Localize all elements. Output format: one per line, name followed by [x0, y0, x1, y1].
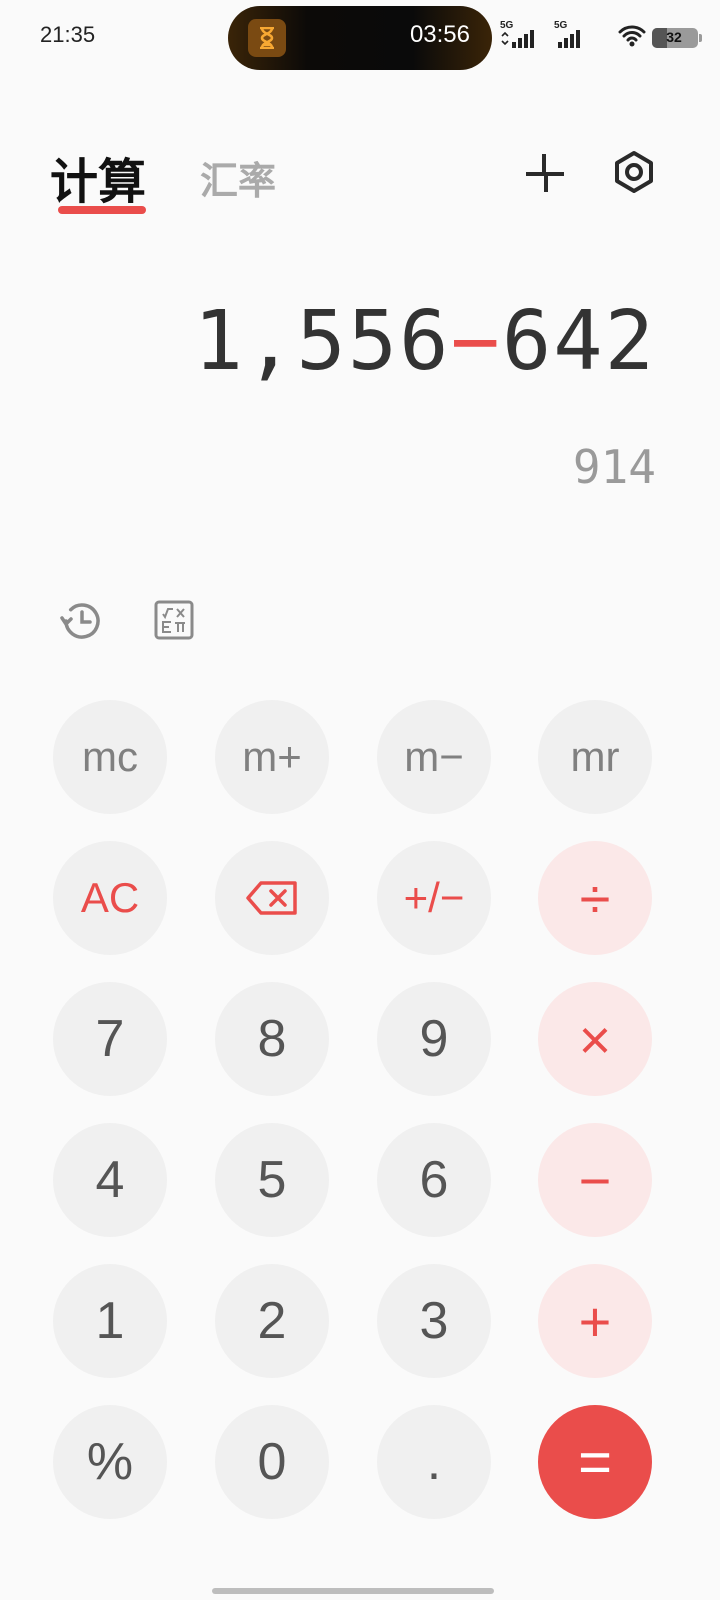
- digit-1-button[interactable]: 1: [53, 1264, 167, 1378]
- expression-right-operand: 642: [501, 294, 656, 389]
- tab-exchange-rate[interactable]: 汇率: [200, 150, 276, 205]
- multiply-button[interactable]: ×: [538, 982, 652, 1096]
- all-clear-button[interactable]: AC: [53, 841, 167, 955]
- hourglass-icon: [248, 19, 286, 57]
- backspace-button[interactable]: [215, 841, 329, 955]
- settings-icon[interactable]: [612, 150, 656, 194]
- digit-7-button[interactable]: 7: [53, 982, 167, 1096]
- status-bar: 21:35 03:56 5G 5G 32: [0, 0, 720, 76]
- timer-readout: 03:56: [409, 21, 470, 48]
- digit-9-button[interactable]: 9: [377, 982, 491, 1096]
- digit-2-button[interactable]: 2: [215, 1264, 329, 1378]
- digit-8-button[interactable]: 8: [215, 982, 329, 1096]
- wifi-icon: [618, 24, 646, 52]
- plus-button[interactable]: +: [538, 1264, 652, 1378]
- sign-toggle-button[interactable]: +/−: [377, 841, 491, 955]
- status-icons: 5G 5G 32: [500, 20, 702, 52]
- digit-3-button[interactable]: 3: [377, 1264, 491, 1378]
- history-icon[interactable]: [58, 598, 104, 644]
- status-clock: 21:35: [40, 22, 96, 47]
- decimal-point-button[interactable]: .: [377, 1405, 491, 1519]
- expression-operator: −: [450, 294, 502, 389]
- digit-4-button[interactable]: 4: [53, 1123, 167, 1237]
- digit-5-button[interactable]: 5: [215, 1123, 329, 1237]
- active-tab-indicator: [58, 206, 146, 214]
- memory-recall-button[interactable]: mr: [538, 700, 652, 814]
- expression-display: 1,556−642: [194, 294, 656, 389]
- scientific-icon[interactable]: [154, 600, 194, 640]
- memory-add-button[interactable]: m+: [215, 700, 329, 814]
- memory-subtract-button[interactable]: m−: [377, 700, 491, 814]
- collapse-icon[interactable]: [524, 152, 566, 194]
- dynamic-island[interactable]: 03:56: [228, 6, 492, 70]
- memory-clear-button[interactable]: mc: [53, 700, 167, 814]
- equals-button[interactable]: =: [538, 1405, 652, 1519]
- backspace-icon: [246, 881, 297, 915]
- digit-6-button[interactable]: 6: [377, 1123, 491, 1237]
- result-display: 914: [572, 440, 656, 494]
- digit-0-button[interactable]: 0: [215, 1405, 329, 1519]
- tab-calculator[interactable]: 计算: [50, 142, 146, 212]
- expression-left-operand: 1,556: [193, 294, 451, 389]
- home-indicator[interactable]: [212, 1588, 494, 1594]
- battery-icon: 32: [652, 28, 702, 48]
- percent-button[interactable]: %: [53, 1405, 167, 1519]
- divide-button[interactable]: ÷: [538, 841, 652, 955]
- battery-percent: 32: [666, 29, 682, 45]
- minus-button[interactable]: −: [538, 1123, 652, 1237]
